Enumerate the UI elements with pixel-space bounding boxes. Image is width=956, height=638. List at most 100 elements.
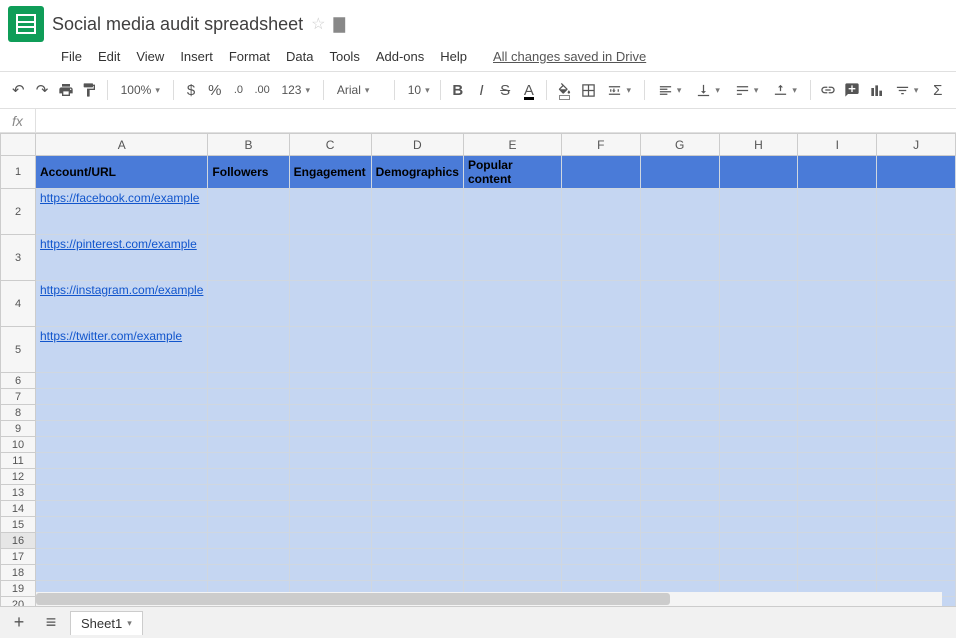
col-header-C[interactable]: C (289, 134, 371, 156)
cell[interactable] (719, 469, 798, 485)
cell[interactable] (561, 281, 640, 327)
cell[interactable] (640, 281, 719, 327)
menu-file[interactable]: File (54, 46, 89, 67)
cell[interactable] (640, 421, 719, 437)
all-sheets-button[interactable]: ≡ (38, 610, 64, 636)
cell[interactable] (877, 156, 956, 189)
row-header[interactable]: 15 (1, 517, 36, 533)
cell[interactable] (371, 549, 463, 565)
insert-chart-button[interactable] (865, 78, 886, 102)
cell[interactable] (561, 327, 640, 373)
folder-icon[interactable]: ▇ (334, 15, 346, 33)
cell[interactable] (877, 189, 956, 235)
document-title[interactable]: Social media audit spreadsheet (52, 14, 303, 35)
text-rotation-button[interactable]: ▾ (767, 78, 803, 102)
cell[interactable] (36, 373, 208, 389)
cell[interactable] (208, 421, 289, 437)
cell[interactable] (640, 517, 719, 533)
cell[interactable] (289, 327, 371, 373)
cell[interactable] (640, 485, 719, 501)
cell[interactable] (877, 485, 956, 501)
cell[interactable] (719, 485, 798, 501)
cell[interactable] (208, 517, 289, 533)
cell[interactable] (208, 501, 289, 517)
redo-button[interactable]: ↷ (32, 78, 53, 102)
cell[interactable] (719, 405, 798, 421)
cell[interactable] (289, 501, 371, 517)
cell[interactable] (640, 437, 719, 453)
cell[interactable] (208, 405, 289, 421)
horizontal-scrollbar[interactable] (36, 592, 942, 606)
text-wrap-button[interactable]: ▾ (729, 78, 765, 102)
cell[interactable] (877, 373, 956, 389)
cell[interactable] (561, 565, 640, 581)
col-header-G[interactable]: G (640, 134, 719, 156)
col-header-H[interactable]: H (719, 134, 798, 156)
cell[interactable] (719, 389, 798, 405)
cell[interactable] (719, 373, 798, 389)
cell[interactable] (798, 156, 877, 189)
format-percent-button[interactable]: % (204, 78, 225, 102)
cell[interactable] (798, 421, 877, 437)
cell[interactable] (561, 421, 640, 437)
menu-help[interactable]: Help (433, 46, 474, 67)
row-header[interactable]: 6 (1, 373, 36, 389)
cell[interactable] (371, 189, 463, 235)
cell[interactable] (463, 405, 561, 421)
cell[interactable] (208, 327, 289, 373)
cell[interactable] (36, 469, 208, 485)
cell[interactable] (798, 565, 877, 581)
row-header[interactable]: 5 (1, 327, 36, 373)
cell[interactable]: https://twitter.com/example (36, 327, 208, 373)
menu-data[interactable]: Data (279, 46, 320, 67)
cell[interactable] (463, 565, 561, 581)
cell[interactable] (289, 437, 371, 453)
cell[interactable] (640, 533, 719, 549)
cell[interactable] (877, 327, 956, 373)
cell[interactable] (877, 469, 956, 485)
undo-button[interactable]: ↶ (8, 78, 29, 102)
cell[interactable] (719, 453, 798, 469)
functions-button[interactable]: Σ (927, 78, 948, 102)
font-family-select[interactable]: Arial▾ (331, 78, 387, 102)
cell[interactable] (36, 389, 208, 405)
cell[interactable] (877, 421, 956, 437)
cell[interactable] (36, 517, 208, 533)
menu-addons[interactable]: Add-ons (369, 46, 431, 67)
cell[interactable] (877, 437, 956, 453)
cell[interactable] (640, 373, 719, 389)
cell[interactable] (289, 517, 371, 533)
cell[interactable] (371, 327, 463, 373)
cell[interactable]: https://pinterest.com/example (36, 235, 208, 281)
cell[interactable] (877, 235, 956, 281)
cell[interactable] (640, 389, 719, 405)
cell[interactable] (877, 549, 956, 565)
cell[interactable] (463, 189, 561, 235)
row-header[interactable]: 18 (1, 565, 36, 581)
cell[interactable] (719, 501, 798, 517)
cell[interactable] (463, 421, 561, 437)
cell[interactable] (371, 517, 463, 533)
cell[interactable] (798, 437, 877, 453)
col-header-D[interactable]: D (371, 134, 463, 156)
cell[interactable] (36, 405, 208, 421)
cell[interactable] (877, 501, 956, 517)
cell[interactable] (208, 469, 289, 485)
menu-edit[interactable]: Edit (91, 46, 127, 67)
cell[interactable] (36, 453, 208, 469)
cell[interactable] (640, 235, 719, 281)
row-header[interactable]: 17 (1, 549, 36, 565)
cell[interactable] (719, 437, 798, 453)
italic-button[interactable]: I (471, 78, 492, 102)
cell[interactable] (289, 189, 371, 235)
cell[interactable]: https://instagram.com/example (36, 281, 208, 327)
link[interactable]: https://pinterest.com/example (40, 237, 197, 251)
select-all-corner[interactable] (1, 134, 36, 156)
bold-button[interactable]: B (447, 78, 468, 102)
cell[interactable] (371, 235, 463, 281)
cell[interactable] (561, 373, 640, 389)
cell[interactable] (371, 485, 463, 501)
row-header[interactable]: 19 (1, 581, 36, 597)
cell[interactable] (719, 421, 798, 437)
cell[interactable] (371, 421, 463, 437)
